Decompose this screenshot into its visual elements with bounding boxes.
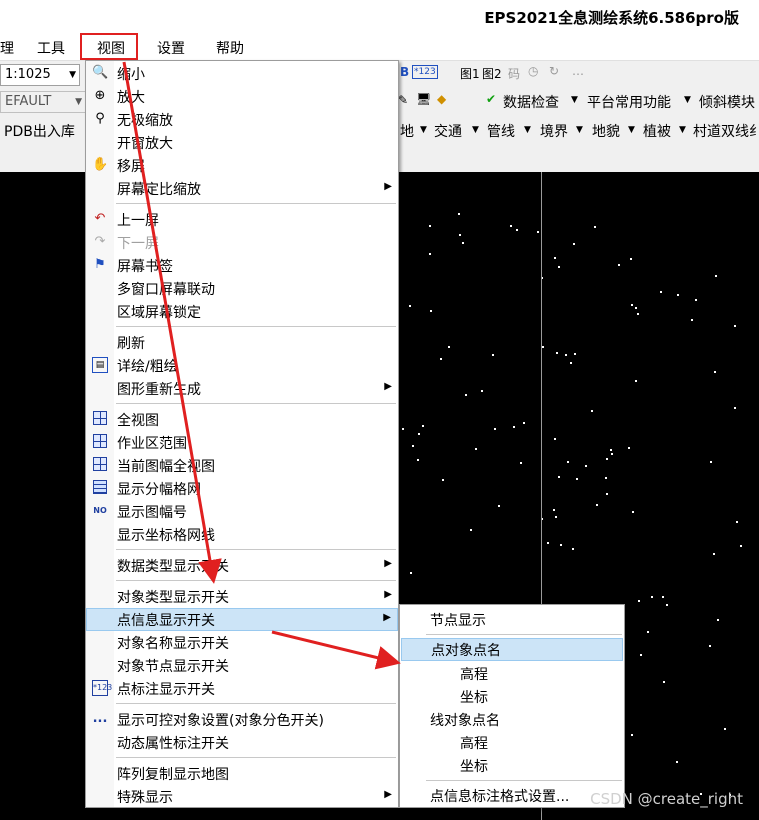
arrow-to-point-object-name	[271, 630, 401, 670]
arrow-to-object-type	[122, 61, 222, 584]
annotation-arrows	[122, 61, 401, 670]
watermark: CSDN @create_right	[590, 790, 743, 808]
